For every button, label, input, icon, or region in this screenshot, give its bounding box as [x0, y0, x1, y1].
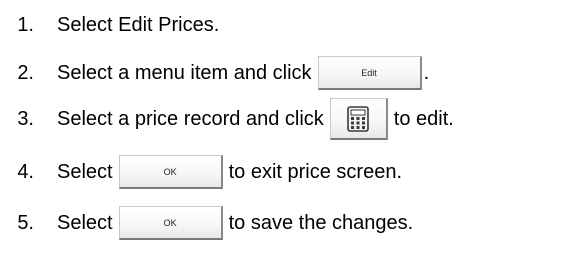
ok-button[interactable]: OK	[118, 155, 223, 189]
step-3: 3. Select a price record and click to ed…	[0, 96, 454, 142]
step-number: 4.	[17, 160, 34, 183]
step-number: 1.	[17, 13, 34, 36]
step-number: 2.	[17, 61, 34, 84]
step-text: Select a menu item and click	[57, 61, 312, 84]
step-number: 3.	[17, 107, 34, 130]
ok-button[interactable]: OK	[118, 206, 223, 240]
step-text-after: .	[423, 61, 430, 84]
edit-button[interactable]: Edit	[317, 56, 422, 90]
step-text: Select Edit Prices.	[57, 13, 220, 36]
step-1: 1. Select Edit Prices.	[0, 2, 219, 48]
calculator-icon	[347, 105, 370, 132]
step-text: Select	[57, 160, 113, 183]
edit-record-button[interactable]	[329, 98, 388, 140]
step-number: 5.	[17, 211, 34, 234]
step-text: Select	[57, 211, 113, 234]
step-text-after: to edit.	[393, 107, 454, 130]
step-2: 2. Select a menu item and click Edit .	[0, 50, 429, 96]
step-4: 4. Select OK to exit price screen.	[0, 149, 402, 195]
step-5: 5. Select OK to save the changes.	[0, 200, 413, 246]
step-text-after: to exit price screen.	[228, 160, 403, 183]
step-text: Select a price record and click	[57, 107, 324, 130]
step-text-after: to save the changes.	[228, 211, 414, 234]
